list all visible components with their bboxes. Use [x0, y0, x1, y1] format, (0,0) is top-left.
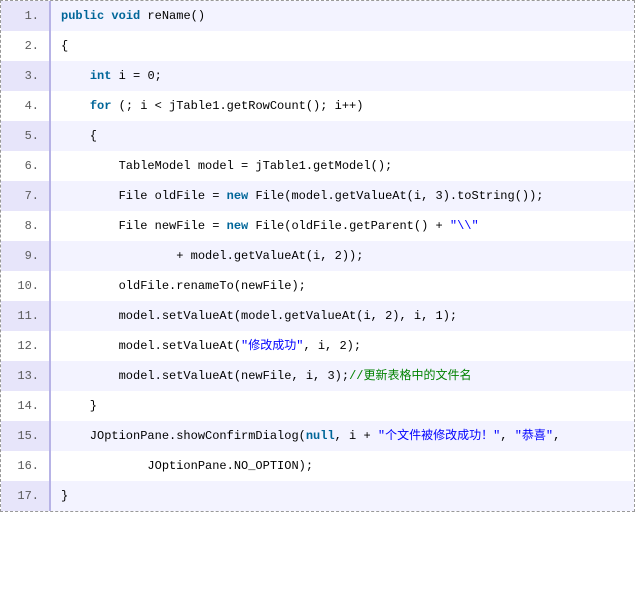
- code-content: for (; i < jTable1.getRowCount(); i++): [51, 91, 634, 121]
- code-content: {: [51, 121, 634, 151]
- code-line: 9. + model.getValueAt(i, 2));: [1, 241, 634, 271]
- code-content: oldFile.renameTo(newFile);: [51, 271, 634, 301]
- code-line: 2.{: [1, 31, 634, 61]
- line-number: 8.: [1, 211, 51, 241]
- code-content: int i = 0;: [51, 61, 634, 91]
- code-line: 7. File oldFile = new File(model.getValu…: [1, 181, 634, 211]
- line-number: 12.: [1, 331, 51, 361]
- code-line: 17.}: [1, 481, 634, 511]
- code-line: 15. JOptionPane.showConfirmDialog(null, …: [1, 421, 634, 451]
- code-line: 13. model.setValueAt(newFile, i, 3);//更新…: [1, 361, 634, 391]
- line-number: 7.: [1, 181, 51, 211]
- line-number: 1.: [1, 1, 51, 31]
- code-block: 1.public void reName()2.{3. int i = 0;4.…: [0, 0, 635, 512]
- code-content: TableModel model = jTable1.getModel();: [51, 151, 634, 181]
- code-line: 16. JOptionPane.NO_OPTION);: [1, 451, 634, 481]
- code-content: File oldFile = new File(model.getValueAt…: [51, 181, 634, 211]
- code-content: }: [51, 391, 634, 421]
- code-content: }: [51, 481, 634, 511]
- code-content: File newFile = new File(oldFile.getParen…: [51, 211, 634, 241]
- code-content: model.setValueAt(model.getValueAt(i, 2),…: [51, 301, 634, 331]
- line-number: 13.: [1, 361, 51, 391]
- code-line: 8. File newFile = new File(oldFile.getPa…: [1, 211, 634, 241]
- code-content: public void reName(): [51, 1, 634, 31]
- code-content: JOptionPane.showConfirmDialog(null, i + …: [51, 421, 634, 451]
- line-number: 15.: [1, 421, 51, 451]
- code-content: model.setValueAt("修改成功", i, 2);: [51, 331, 634, 361]
- line-number: 10.: [1, 271, 51, 301]
- code-line: 3. int i = 0;: [1, 61, 634, 91]
- code-line: 6. TableModel model = jTable1.getModel()…: [1, 151, 634, 181]
- code-content: JOptionPane.NO_OPTION);: [51, 451, 634, 481]
- line-number: 4.: [1, 91, 51, 121]
- code-line: 12. model.setValueAt("修改成功", i, 2);: [1, 331, 634, 361]
- code-content: + model.getValueAt(i, 2));: [51, 241, 634, 271]
- code-content: {: [51, 31, 634, 61]
- code-line: 4. for (; i < jTable1.getRowCount(); i++…: [1, 91, 634, 121]
- line-number: 9.: [1, 241, 51, 271]
- line-number: 16.: [1, 451, 51, 481]
- line-number: 2.: [1, 31, 51, 61]
- code-line: 1.public void reName(): [1, 1, 634, 31]
- code-line: 14. }: [1, 391, 634, 421]
- line-number: 3.: [1, 61, 51, 91]
- code-line: 11. model.setValueAt(model.getValueAt(i,…: [1, 301, 634, 331]
- code-line: 5. {: [1, 121, 634, 151]
- code-content: model.setValueAt(newFile, i, 3);//更新表格中的…: [51, 361, 634, 391]
- line-number: 17.: [1, 481, 51, 511]
- line-number: 6.: [1, 151, 51, 181]
- code-line: 10. oldFile.renameTo(newFile);: [1, 271, 634, 301]
- line-number: 5.: [1, 121, 51, 151]
- line-number: 11.: [1, 301, 51, 331]
- line-number: 14.: [1, 391, 51, 421]
